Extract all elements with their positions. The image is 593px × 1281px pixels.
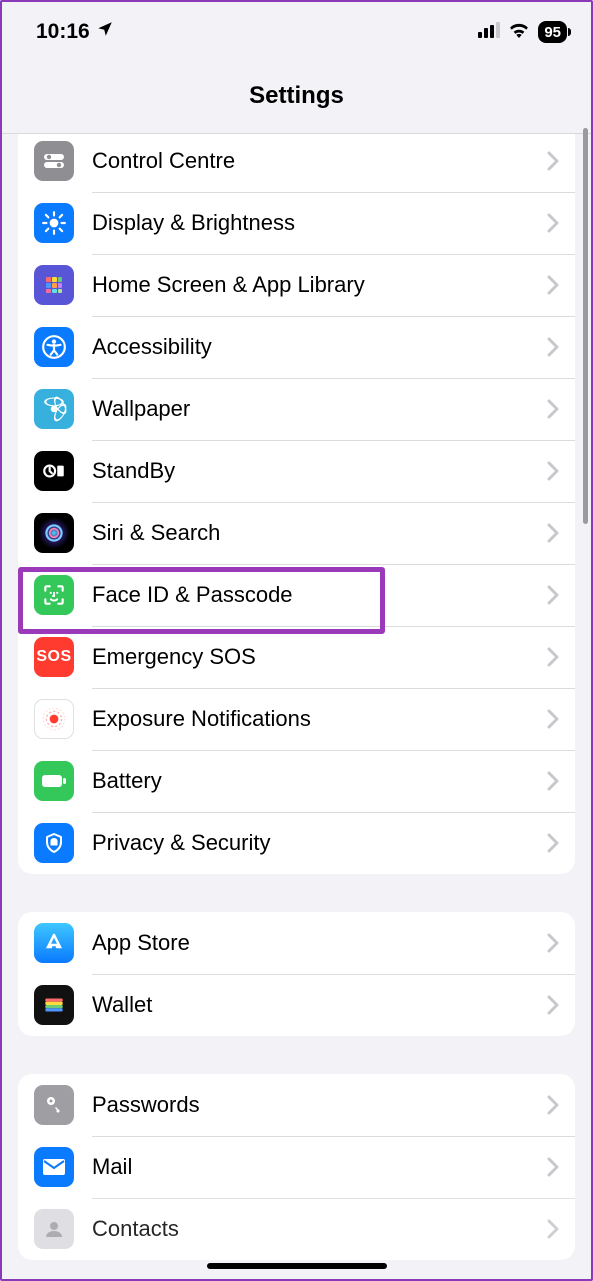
chevron-right-icon [547,771,559,791]
settings-content: Control Centre Display & Brightness [18,134,575,1279]
settings-section-general: Control Centre Display & Brightness [18,134,575,874]
chevron-right-icon [547,709,559,729]
standby-icon [34,451,74,491]
exposure-icon [34,699,74,739]
home-screen-icon [34,265,74,305]
app-store-icon [34,923,74,963]
settings-section-store: App Store Wallet [18,912,575,1036]
row-label: Passwords [92,1092,529,1118]
phone-screen: 10:16 95 Settings [2,2,591,1279]
row-standby[interactable]: StandBy [18,440,575,502]
chevron-right-icon [547,337,559,357]
cellular-icon [478,20,500,44]
battery-settings-icon [34,761,74,801]
battery-icon: 95 [538,21,567,43]
row-label: Face ID & Passcode [92,582,529,608]
status-bar-left: 10:16 [36,20,114,44]
siri-icon [34,513,74,553]
row-label: Contacts [92,1216,529,1242]
chevron-right-icon [547,585,559,605]
wallpaper-icon [34,389,74,429]
status-time: 10:16 [36,20,90,44]
page-title: Settings [249,82,344,110]
row-label: Home Screen & App Library [92,272,529,298]
row-label: Mail [92,1154,529,1180]
brightness-icon [34,203,74,243]
chevron-right-icon [547,399,559,419]
row-accessibility[interactable]: Accessibility [18,316,575,378]
chevron-right-icon [547,647,559,667]
chevron-right-icon [547,1095,559,1115]
row-exposure[interactable]: Exposure Notifications [18,688,575,750]
row-contacts[interactable]: Contacts [18,1198,575,1260]
row-label: Wallpaper [92,396,529,422]
row-wallpaper[interactable]: Wallpaper [18,378,575,440]
scrollbar-indicator[interactable] [583,128,588,524]
row-label: StandBy [92,458,529,484]
row-app-store[interactable]: App Store [18,912,575,974]
wifi-icon [508,20,530,44]
chevron-right-icon [547,275,559,295]
contacts-icon [34,1209,74,1249]
accessibility-icon [34,327,74,367]
chevron-right-icon [547,833,559,853]
status-bar: 10:16 95 [2,2,591,58]
row-label: Battery [92,768,529,794]
row-battery[interactable]: Battery [18,750,575,812]
row-label: Display & Brightness [92,210,529,236]
chevron-right-icon [547,995,559,1015]
row-mail[interactable]: Mail [18,1136,575,1198]
row-label: Siri & Search [92,520,529,546]
row-home-screen[interactable]: Home Screen & App Library [18,254,575,316]
row-siri-search[interactable]: Siri & Search [18,502,575,564]
row-emergency-sos[interactable]: SOS Emergency SOS [18,626,575,688]
chevron-right-icon [547,933,559,953]
row-wallet[interactable]: Wallet [18,974,575,1036]
status-bar-right: 95 [478,20,567,44]
home-indicator[interactable] [207,1263,387,1269]
chevron-right-icon [547,523,559,543]
chevron-right-icon [547,213,559,233]
wallet-icon [34,985,74,1025]
chevron-right-icon [547,1157,559,1177]
row-face-id[interactable]: Face ID & Passcode [18,564,575,626]
chevron-right-icon [547,1219,559,1239]
privacy-icon [34,823,74,863]
row-label: Wallet [92,992,529,1018]
mail-icon [34,1147,74,1187]
row-label: Accessibility [92,334,529,360]
row-control-centre[interactable]: Control Centre [18,134,575,192]
battery-percent: 95 [544,24,561,41]
row-privacy[interactable]: Privacy & Security [18,812,575,874]
nav-header: Settings [2,58,591,134]
chevron-right-icon [547,461,559,481]
settings-scroll[interactable]: Control Centre Display & Brightness [2,134,591,1279]
sos-icon: SOS [34,637,74,677]
face-id-icon [34,575,74,615]
row-label: Emergency SOS [92,644,529,670]
row-label: Privacy & Security [92,830,529,856]
row-label: App Store [92,930,529,956]
row-label: Exposure Notifications [92,706,529,732]
passwords-icon [34,1085,74,1125]
settings-section-accounts: Passwords Mail Contacts [18,1074,575,1260]
row-display-brightness[interactable]: Display & Brightness [18,192,575,254]
location-icon [96,20,114,44]
control-centre-icon [34,141,74,181]
row-label: Control Centre [92,148,529,174]
chevron-right-icon [547,151,559,171]
row-passwords[interactable]: Passwords [18,1074,575,1136]
